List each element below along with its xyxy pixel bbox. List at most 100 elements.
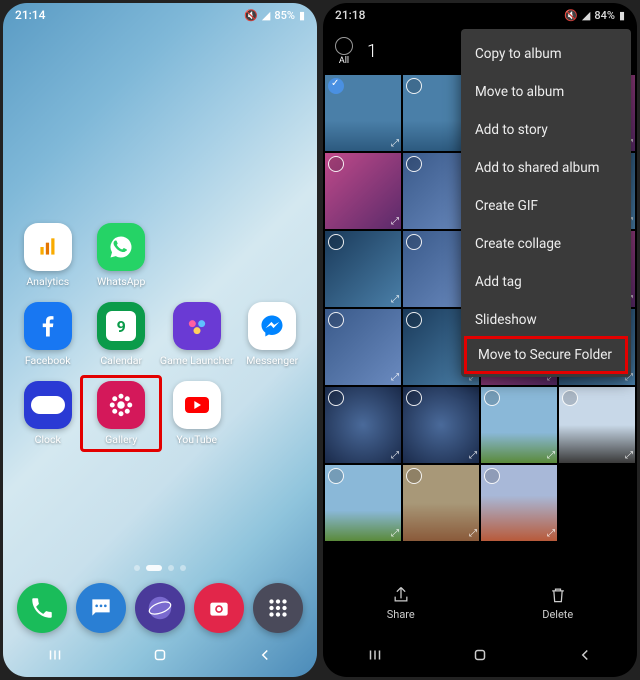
gallery-thumb[interactable]: ⤢	[481, 387, 557, 463]
dock-messages-button[interactable]	[76, 583, 126, 633]
select-circle[interactable]	[484, 390, 500, 406]
status-bar: 21:18 🔇 ◢ 84% ▮	[323, 3, 637, 27]
nav-bar	[323, 637, 637, 677]
select-circle[interactable]	[328, 156, 344, 172]
select-circle[interactable]	[406, 390, 422, 406]
select-circle[interactable]	[406, 468, 422, 484]
app-label: Clock	[35, 433, 61, 446]
gallery-thumb[interactable]: ⤢	[325, 465, 401, 541]
app-label: Game Launcher	[160, 354, 234, 367]
facebook-icon	[24, 302, 72, 350]
app-facebook[interactable]: Facebook	[13, 302, 82, 367]
expand-icon: ⤢	[391, 138, 399, 149]
back-button[interactable]	[576, 646, 594, 668]
app-clock[interactable]: Clock	[13, 381, 82, 446]
home-screen: 21:14 🔇 ◢ 85% ▮ Analytics WhatsApp Faceboo…	[3, 3, 317, 677]
menu-item-move-to-secure-folder[interactable]: Move to Secure Folder	[464, 336, 628, 374]
status-time: 21:14	[15, 8, 45, 22]
select-circle[interactable]	[328, 312, 344, 328]
expand-icon: ⤢	[391, 216, 399, 227]
app-label: WhatsApp	[97, 275, 145, 288]
select-circle[interactable]	[406, 156, 422, 172]
expand-icon: ⤢	[391, 528, 399, 539]
bottom-action-bar: Share Delete	[323, 573, 637, 633]
dot	[168, 565, 174, 571]
select-circle[interactable]	[406, 78, 422, 94]
select-circle[interactable]	[562, 390, 578, 406]
gallery-icon	[97, 381, 145, 429]
menu-item-create-gif[interactable]: Create GIF	[461, 187, 631, 225]
analytics-icon	[24, 223, 72, 271]
home-button[interactable]	[151, 646, 169, 668]
status-icons: 🔇 ◢ 85% ▮	[244, 9, 305, 22]
trash-icon	[548, 585, 568, 605]
status-icons: 🔇 ◢ 84% ▮	[564, 9, 625, 22]
app-youtube[interactable]: YouTube	[160, 381, 234, 446]
gallery-thumb[interactable]: ⤢	[403, 465, 479, 541]
menu-item-add-to-story[interactable]: Add to story	[461, 111, 631, 149]
mute-icon: 🔇	[564, 9, 578, 22]
app-label: Calendar	[100, 354, 142, 367]
menu-item-copy-to-album[interactable]: Copy to album	[461, 35, 631, 73]
dock-phone-button[interactable]	[17, 583, 67, 633]
signal-icon: ◢	[582, 9, 590, 22]
app-grid: Analytics WhatsApp Facebook 9 Calendar Game L…	[13, 223, 307, 446]
calendar-icon: 9	[97, 302, 145, 350]
select-circle[interactable]	[406, 312, 422, 328]
menu-item-create-collage[interactable]: Create collage	[461, 225, 631, 263]
select-circle[interactable]	[328, 78, 344, 94]
gallery-thumb[interactable]: ⤢	[325, 387, 401, 463]
recents-button[interactable]	[46, 646, 64, 668]
delete-label: Delete	[542, 608, 573, 621]
gallery-thumb[interactable]: ⤢	[403, 387, 479, 463]
expand-icon: ⤢	[391, 372, 399, 383]
dot-active	[146, 565, 162, 571]
game-icon	[173, 302, 221, 350]
delete-button[interactable]: Delete	[542, 585, 573, 621]
dock-apps-button[interactable]	[253, 583, 303, 633]
youtube-icon	[173, 381, 221, 429]
select-circle[interactable]	[328, 234, 344, 250]
select-circle[interactable]	[328, 468, 344, 484]
expand-icon: ⤢	[469, 528, 477, 539]
gallery-thumb[interactable]: ⤢	[325, 231, 401, 307]
select-all-button[interactable]: All	[335, 37, 353, 66]
share-button[interactable]: Share	[387, 585, 415, 621]
app-label: Messenger	[246, 354, 298, 367]
recents-button[interactable]	[366, 646, 384, 668]
app-game-launcher[interactable]: Game Launcher	[160, 302, 234, 367]
dock-camera-button[interactable]	[194, 583, 244, 633]
app-gallery[interactable]: Gallery	[80, 375, 161, 452]
menu-item-add-tag[interactable]: Add tag	[461, 263, 631, 301]
context-menu: Copy to albumMove to albumAdd to storyAd…	[461, 29, 631, 377]
menu-item-slideshow[interactable]: Slideshow	[461, 301, 631, 339]
gallery-thumb[interactable]: ⤢	[559, 387, 635, 463]
app-messenger[interactable]: Messenger	[238, 302, 307, 367]
app-analytics[interactable]: Analytics	[13, 223, 82, 288]
app-calendar[interactable]: 9 Calendar	[86, 302, 155, 367]
select-all-circle	[335, 37, 353, 55]
home-button[interactable]	[471, 646, 489, 668]
battery-icon: ▮	[299, 9, 305, 22]
nav-bar	[3, 637, 317, 677]
whatsapp-icon	[97, 223, 145, 271]
share-icon	[391, 585, 411, 605]
select-circle[interactable]	[406, 234, 422, 250]
select-circle[interactable]	[328, 390, 344, 406]
menu-item-move-to-album[interactable]: Move to album	[461, 73, 631, 111]
select-all-label: All	[339, 56, 349, 66]
select-circle[interactable]	[484, 468, 500, 484]
gallery-thumb[interactable]: ⤢	[481, 465, 557, 541]
menu-item-add-to-shared-album[interactable]: Add to shared album	[461, 149, 631, 187]
gallery-thumb[interactable]: ⤢	[325, 309, 401, 385]
dock-browser-button[interactable]	[135, 583, 185, 633]
gallery-thumb[interactable]: ⤢	[325, 153, 401, 229]
clock-icon	[24, 381, 72, 429]
gallery-thumb[interactable]: ⤢	[325, 75, 401, 151]
messenger-icon	[248, 302, 296, 350]
status-time: 21:18	[335, 8, 365, 22]
back-button[interactable]	[256, 646, 274, 668]
page-indicator[interactable]	[3, 565, 317, 571]
app-whatsapp[interactable]: WhatsApp	[86, 223, 155, 288]
expand-icon: ⤢	[547, 450, 555, 461]
